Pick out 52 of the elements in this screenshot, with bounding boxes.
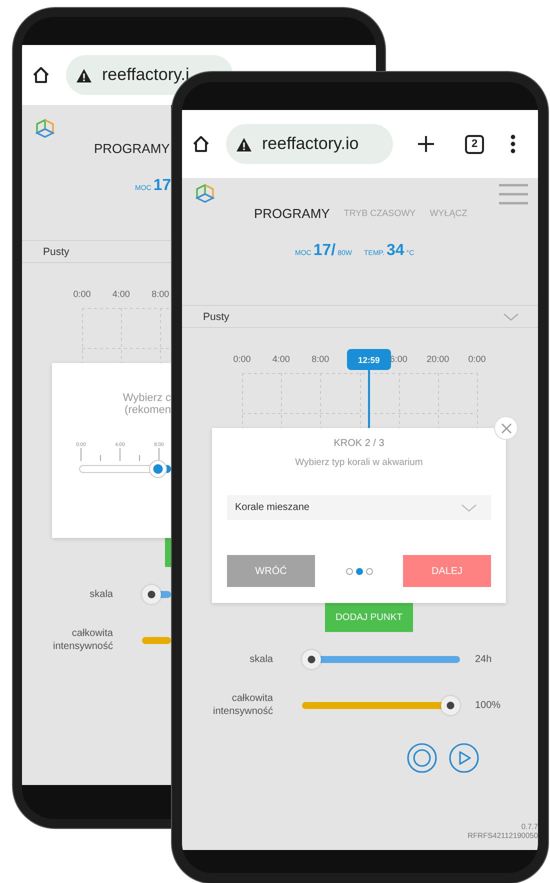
time-label: 0:00 [233, 353, 251, 366]
nav-tab[interactable]: PROGRAMY [254, 206, 330, 220]
menu-icon[interactable] [499, 183, 528, 205]
stop-icon[interactable] [407, 743, 437, 773]
coral-type-dropdown[interactable]: Korale mieszane [227, 495, 491, 520]
time-label: 8:00 [312, 353, 330, 366]
close-icon [500, 422, 512, 434]
chevron-down-icon [503, 312, 519, 322]
dialog-text: (rekomen [124, 404, 171, 416]
time-label: 0:00 [468, 353, 486, 366]
home-icon[interactable] [31, 65, 51, 85]
slider-track[interactable] [302, 650, 460, 668]
time-marker-badge[interactable]: 12:59 [346, 349, 391, 370]
time-label: 4:00 [112, 288, 130, 301]
tab-switcher-button[interactable]: 2 [465, 134, 484, 154]
time-slider[interactable] [79, 460, 171, 478]
step-indicator: KROK 2 / 3 [334, 438, 384, 449]
slider-track[interactable] [302, 696, 460, 714]
time-label: 4:00 [272, 353, 290, 366]
slider-label: skala [88, 588, 113, 600]
program-dropdown[interactable]: Pusty [22, 240, 171, 263]
warning-icon [76, 68, 92, 82]
close-button[interactable] [494, 416, 518, 440]
dialog-text: Wybierz c [122, 392, 171, 404]
address-bar[interactable]: reeffactory.io [226, 124, 393, 164]
dialog-prompt: Wybierz typ korali w akwarium [295, 457, 423, 468]
power-value: 17/ [313, 242, 336, 260]
slider-label: całkowita intensywność [52, 627, 113, 653]
new-tab-icon[interactable] [417, 135, 435, 153]
more-options-icon[interactable] [510, 134, 516, 154]
slider-thumb[interactable] [441, 696, 460, 714]
warning-icon [236, 136, 252, 152]
cube-logo-icon [34, 118, 56, 140]
slider-track[interactable] [142, 584, 171, 604]
slider-label: całkowita intensywność [212, 692, 273, 718]
program-dropdown[interactable]: Pusty [182, 305, 538, 328]
slider-value: 24h [475, 654, 492, 664]
chevron-down-icon [461, 502, 477, 512]
slider-thumb[interactable] [149, 460, 168, 478]
time-label: 8:00 [152, 288, 170, 301]
slider-value: 100% [475, 700, 501, 710]
play-icon[interactable] [449, 743, 479, 773]
slider-label: skala [248, 652, 273, 666]
time-label: 20:00 [426, 353, 450, 366]
cube-logo-icon [194, 183, 216, 205]
nav-tab[interactable]: PROGRAMY [94, 140, 170, 156]
power-value: 17 [153, 177, 172, 195]
slider-thumb[interactable] [302, 650, 321, 668]
time-label: 0:00 [73, 288, 91, 301]
temperature-value: 34 [386, 242, 404, 260]
home-icon[interactable] [191, 134, 211, 154]
slider-thumb[interactable] [142, 584, 161, 604]
